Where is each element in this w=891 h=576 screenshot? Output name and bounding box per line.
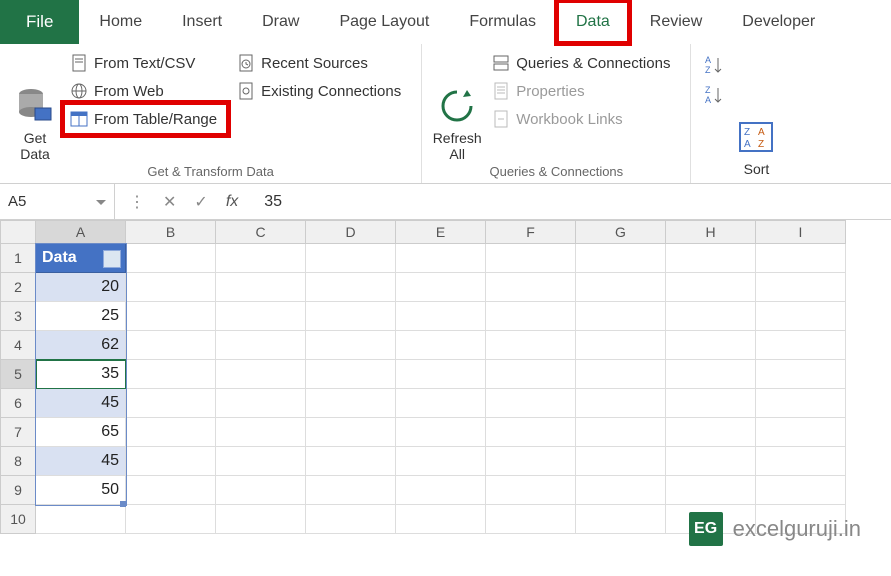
col-header-I[interactable]: I [756, 220, 846, 244]
group-label-sort-filter [699, 177, 783, 181]
formula-bar-buttons: ⋮ ✕ ✓ fx [115, 192, 252, 212]
svg-text:A: A [705, 95, 711, 105]
ribbon-tabs: File Home Insert Draw Page Layout Formul… [0, 0, 891, 44]
tab-draw[interactable]: Draw [242, 0, 319, 44]
tab-home[interactable]: Home [79, 0, 162, 44]
links-icon [492, 110, 510, 128]
svg-text:A: A [705, 55, 711, 65]
cell-A3[interactable]: 25 [36, 302, 126, 331]
select-all-corner[interactable] [0, 220, 36, 244]
sort-icon: ZAAZ [736, 117, 776, 157]
cell-H1[interactable] [666, 244, 756, 273]
sort-asc-icon[interactable]: AZ [703, 54, 725, 76]
refresh-icon [437, 86, 477, 126]
col-header-E[interactable]: E [396, 220, 486, 244]
svg-text:Z: Z [758, 139, 764, 150]
group-get-transform: Get Data From Text/CSV From Web From Tab… [0, 44, 422, 183]
cell-C1[interactable] [216, 244, 306, 273]
cell-D1[interactable] [306, 244, 396, 273]
formula-bar: A5 ⋮ ✕ ✓ fx 35 [0, 184, 891, 220]
row-header-2[interactable]: 2 [0, 273, 36, 302]
workbook-links-button[interactable]: Workbook Links [488, 106, 678, 132]
tab-developer[interactable]: Developer [722, 0, 835, 44]
from-web-button[interactable]: From Web [66, 78, 225, 104]
col-header-B[interactable]: B [126, 220, 216, 244]
database-icon [15, 86, 55, 126]
globe-icon [70, 82, 88, 100]
ribbon: Get Data From Text/CSV From Web From Tab… [0, 44, 891, 184]
col-header-A[interactable]: A [36, 220, 126, 244]
group-label-get-transform: Get & Transform Data [8, 162, 413, 181]
formula-input[interactable]: 35 [252, 193, 891, 211]
cell-A6[interactable]: 45 [36, 389, 126, 418]
cell-I1[interactable] [756, 244, 846, 273]
name-box[interactable]: A5 [0, 184, 115, 219]
cell-A10[interactable] [36, 505, 126, 534]
expand-icon[interactable]: ⋮ [129, 192, 145, 212]
watermark-badge: EG [689, 512, 723, 546]
recent-icon [237, 54, 255, 72]
cell-E1[interactable] [396, 244, 486, 273]
cell-F1[interactable] [486, 244, 576, 273]
row-header-4[interactable]: 4 [0, 331, 36, 360]
cell-A7[interactable]: 65 [36, 418, 126, 447]
cell-A4[interactable]: 62 [36, 331, 126, 360]
fx-icon[interactable]: fx [226, 193, 238, 211]
row-header-3[interactable]: 3 [0, 302, 36, 331]
existing-connections-button[interactable]: Existing Connections [233, 78, 409, 104]
svg-text:Z: Z [705, 85, 711, 95]
group-sort-filter: AZ ZA ZAAZ Sort [691, 44, 791, 183]
table-icon [70, 110, 88, 128]
enter-icon[interactable]: ✓ [194, 192, 207, 212]
tab-file[interactable]: File [0, 0, 79, 44]
group-queries-connections: Refresh All Queries & Connections Proper… [422, 44, 691, 183]
row-header-7[interactable]: 7 [0, 418, 36, 447]
cell-A2[interactable]: 20 [36, 273, 126, 302]
tab-insert[interactable]: Insert [162, 0, 242, 44]
watermark: EG excelguruji.in [689, 512, 861, 546]
table-resize-handle[interactable] [120, 501, 126, 507]
col-header-H[interactable]: H [666, 220, 756, 244]
cell-B1[interactable] [126, 244, 216, 273]
col-header-F[interactable]: F [486, 220, 576, 244]
row-header-9[interactable]: 9 [0, 476, 36, 505]
svg-text:A: A [744, 139, 751, 150]
tab-page-layout[interactable]: Page Layout [319, 0, 449, 44]
properties-icon [492, 82, 510, 100]
get-data-button[interactable]: Get Data [8, 48, 62, 162]
row-header-10[interactable]: 10 [0, 505, 36, 534]
row-header-1[interactable]: 1 [0, 244, 36, 273]
from-text-csv-button[interactable]: From Text/CSV [66, 50, 225, 76]
queries-icon [492, 54, 510, 72]
row-header-8[interactable]: 8 [0, 447, 36, 476]
row-header-6[interactable]: 6 [0, 389, 36, 418]
svg-text:A: A [758, 127, 765, 138]
recent-sources-button[interactable]: Recent Sources [233, 50, 409, 76]
connections-icon [237, 82, 255, 100]
file-icon [70, 54, 88, 72]
properties-button[interactable]: Properties [488, 78, 678, 104]
tab-data[interactable]: Data [556, 0, 630, 44]
sort-button[interactable]: ZAAZ Sort [729, 48, 783, 177]
sort-desc-icon[interactable]: ZA [703, 84, 725, 106]
col-header-C[interactable]: C [216, 220, 306, 244]
from-table-range-button[interactable]: From Table/Range [66, 106, 225, 132]
refresh-all-button[interactable]: Refresh All [430, 48, 484, 162]
col-header-G[interactable]: G [576, 220, 666, 244]
cancel-icon[interactable]: ✕ [163, 192, 176, 212]
cell-A5[interactable]: 35 [36, 360, 126, 389]
group-label-queries-connections: Queries & Connections [430, 162, 682, 181]
cell-G1[interactable] [576, 244, 666, 273]
row-header-5[interactable]: 5 [0, 360, 36, 389]
cell-A1[interactable]: Data [36, 244, 126, 273]
queries-connections-button[interactable]: Queries & Connections [488, 50, 678, 76]
worksheet-grid: A B C D E F G H I 1Data 220 325 462 535 … [0, 220, 891, 534]
svg-text:Z: Z [744, 127, 750, 138]
tab-formulas[interactable]: Formulas [449, 0, 556, 44]
cell-A9[interactable]: 50 [36, 476, 126, 505]
svg-text:Z: Z [705, 65, 711, 75]
col-header-D[interactable]: D [306, 220, 396, 244]
cell-A8[interactable]: 45 [36, 447, 126, 476]
tab-review[interactable]: Review [630, 0, 722, 44]
